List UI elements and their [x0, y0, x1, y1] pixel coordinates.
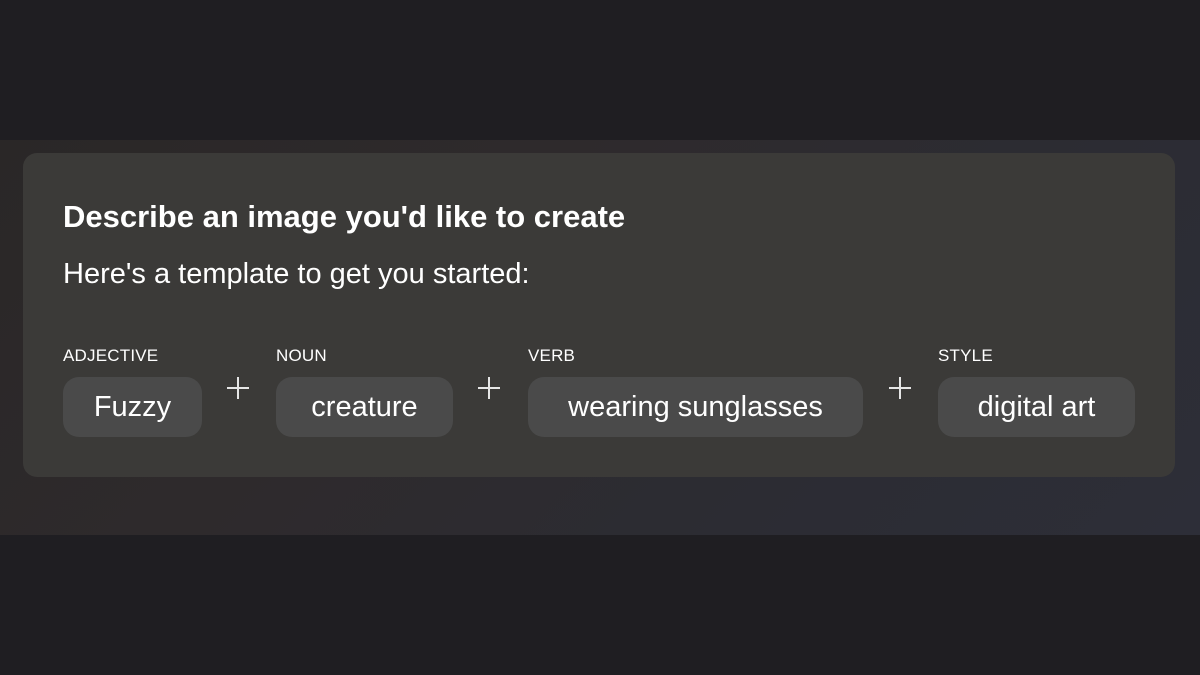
slot-label-verb: VERB	[528, 346, 576, 365]
noun-chip[interactable]: creature	[276, 377, 453, 437]
slot-adjective: ADJECTIVE Fuzzy	[63, 345, 202, 437]
card-title: Describe an image you'd like to create	[63, 199, 626, 234]
style-chip[interactable]: digital art	[938, 377, 1135, 437]
slot-style: STYLE digital art	[938, 345, 1135, 437]
verb-chip[interactable]: wearing sunglasses	[528, 377, 863, 437]
card-subtitle: Here's a template to get you started:	[63, 258, 530, 290]
slot-label-adjective: ADJECTIVE	[63, 346, 159, 365]
plus-icon	[223, 373, 253, 403]
slot-verb: VERB wearing sunglasses	[528, 345, 863, 437]
plus-icon	[885, 373, 915, 403]
slot-label-style: STYLE	[938, 346, 993, 365]
slot-label-noun: NOUN	[276, 346, 327, 365]
prompt-template-card: Describe an image you'd like to create H…	[23, 153, 1175, 477]
slot-noun: NOUN creature	[276, 345, 453, 437]
adjective-chip[interactable]: Fuzzy	[63, 377, 202, 437]
plus-icon	[474, 373, 504, 403]
